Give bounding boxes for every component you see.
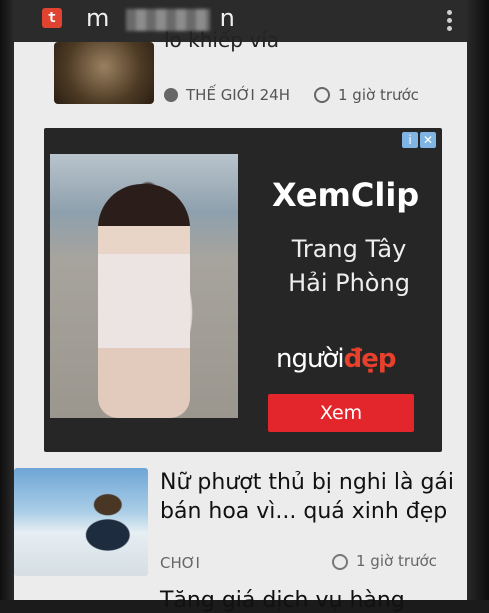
clock-icon (332, 553, 348, 570)
advertisement-banner[interactable]: i ✕ XemClip Trang Tây Hải Phòng ngườiđẹp… (44, 128, 442, 452)
ad-title: XemClip (272, 176, 420, 214)
top-article-category[interactable]: THẾ GIỚI 24H (186, 86, 290, 104)
ad-model-figure (98, 184, 190, 418)
ad-brand-logo: ngườiđẹp (276, 344, 397, 374)
article2-category[interactable]: CHƠI (160, 554, 200, 572)
top-article-headline[interactable]: lo khiếp vía (164, 28, 279, 52)
ad-brand-right: đẹp (343, 344, 397, 374)
top-article-thumbnail[interactable] (54, 42, 154, 104)
article2-meta: 1 giờ trước (332, 552, 437, 570)
ad-close-icon[interactable]: ✕ (420, 132, 436, 148)
site-title-start: m (86, 4, 111, 32)
top-article-meta: THẾ GIỚI 24H 1 giờ trước (164, 86, 419, 104)
overflow-menu-icon[interactable] (447, 10, 453, 34)
ad-image (50, 154, 238, 418)
news-feed: lo khiếp vía THẾ GIỚI 24H 1 giờ trước i … (14, 28, 470, 613)
ad-subtitle: Trang Tây Hải Phòng (288, 235, 410, 297)
article3-title[interactable]: Tăng giá dịch vụ hàng (160, 588, 405, 613)
globe-icon (164, 88, 178, 102)
device-bezel-left (0, 0, 14, 600)
ad-choices-badge[interactable]: i ✕ (402, 132, 436, 148)
ad-info-icon[interactable]: i (402, 132, 418, 148)
app-logo-icon[interactable]: t (42, 8, 62, 28)
article2-time: 1 giờ trước (356, 552, 437, 570)
top-article-time: 1 giờ trước (338, 86, 419, 104)
ad-cta-button[interactable]: Xem (268, 394, 414, 432)
article2-thumbnail[interactable] (14, 468, 148, 576)
ad-brand-left: người (276, 344, 345, 374)
article2-title[interactable]: Nữ phượt thủ bị nghi là gái bán hoa vì..… (160, 468, 470, 526)
clock-icon (314, 87, 330, 103)
